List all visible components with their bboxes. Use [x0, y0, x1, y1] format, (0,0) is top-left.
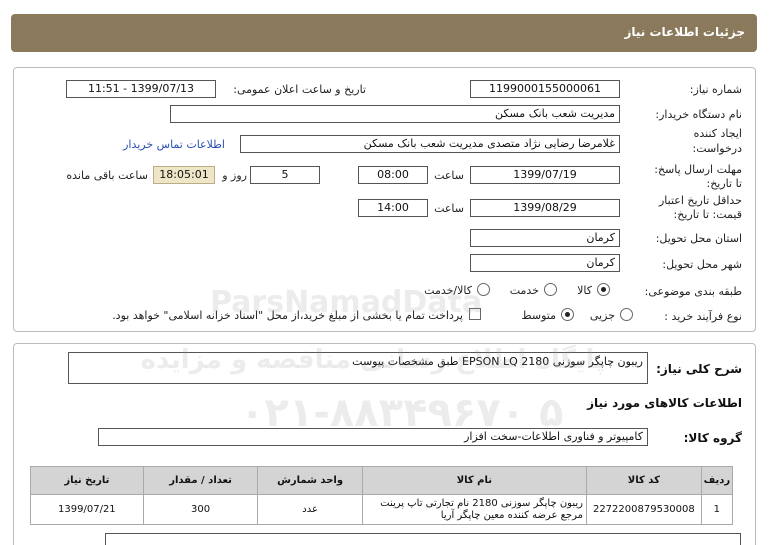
creator-label-1: ایجاد کننده	[693, 127, 742, 140]
days-label: روز و	[222, 169, 247, 182]
category-goods-label: کالا	[577, 284, 592, 297]
summary-label: شرح کلی نیاز:	[656, 362, 742, 376]
remaining-time-field: 18:05:01	[153, 166, 215, 184]
validity-time-field[interactable]: 14:00	[358, 199, 428, 217]
cell-code: 2272200879530008	[585, 494, 702, 525]
deadline-label-1: مهلت ارسال پاسخ:	[654, 163, 742, 176]
remaining-label: ساعت باقی مانده	[66, 169, 148, 182]
cell-qty: 300	[142, 494, 259, 525]
notes-field[interactable]	[105, 533, 741, 545]
col-header-date: تاریخ نیاز	[30, 466, 144, 495]
col-header-qty: تعداد / مقدار	[142, 466, 259, 495]
deadline-date-field[interactable]: 1399/07/19	[470, 166, 620, 184]
creator-field[interactable]: غلامرضا رضایی نژاد متصدی مدیریت شعب بانک…	[240, 135, 620, 153]
city-label: شهر محل تحویل:	[662, 258, 742, 271]
process-medium-label: متوسط	[521, 309, 556, 322]
province-label: استان محل تحویل:	[655, 232, 742, 245]
goods-info-title: اطلاعات کالاهای مورد نیاز	[587, 396, 742, 410]
announce-label: تاریخ و ساعت اعلان عمومی:	[233, 83, 366, 96]
category-label: طبقه بندی موضوعی:	[644, 285, 742, 298]
validity-label-1: حداقل تاریخ اعتبار	[658, 194, 742, 207]
need-number-field[interactable]: 1199000155000061	[470, 80, 620, 98]
announce-field[interactable]: 1399/07/13 - 11:51	[66, 80, 216, 98]
col-header-name: نام کالا	[361, 466, 587, 495]
col-header-code: کد کالا	[585, 466, 702, 495]
category-both-label: کالا/خدمت	[424, 284, 472, 297]
province-field[interactable]: کرمان	[470, 229, 620, 247]
category-service-label: خدمت	[509, 284, 539, 297]
creator-label-2: درخواست:	[692, 142, 742, 155]
category-goods-radio[interactable]	[597, 283, 610, 296]
deadline-time-field[interactable]: 08:00	[358, 166, 428, 184]
goods-group-label: گروه کالا:	[683, 431, 742, 445]
page-title-bar: جزئیات اطلاعات نیاز	[11, 14, 757, 52]
table-header-row: ردیف کد کالا نام کالا واحد شمارش تعداد /…	[30, 466, 734, 495]
deadline-time-label: ساعت	[434, 169, 464, 182]
buyer-contact-link[interactable]: اطلاعات تماس خریدار	[123, 138, 225, 151]
goods-group-field[interactable]: کامپیوتر و فناوری اطلاعات-سخت افزار	[98, 428, 648, 446]
category-service-radio[interactable]	[544, 283, 557, 296]
table-row[interactable]: 1 2272200879530008 ریبون چاپگر سوزنی 218…	[30, 494, 734, 525]
page-title: جزئیات اطلاعات نیاز	[624, 25, 745, 39]
col-header-unit: واحد شمارش	[257, 466, 363, 495]
process-minor-label: جزیی	[589, 309, 615, 322]
category-both-radio[interactable]	[477, 283, 490, 296]
process-minor-radio[interactable]	[620, 308, 633, 321]
validity-date-field[interactable]: 1399/08/29	[470, 199, 620, 217]
buyer-org-field[interactable]: مدیریت شعب بانک مسکن	[170, 105, 620, 123]
cell-date: 1399/07/21	[30, 494, 144, 525]
col-header-row: ردیف	[700, 466, 734, 495]
process-label: نوع فرآیند خرید :	[664, 310, 742, 323]
cell-name: ریبون چاپگر سوزنی 2180 نام تجارتی تاپ پر…	[361, 494, 587, 525]
buyer-org-label: نام دستگاه خریدار:	[655, 108, 742, 121]
summary-field[interactable]: ریبون چاپگر سوزنی EPSON LQ 2180 طبق مشخص…	[68, 352, 648, 384]
goods-table: ردیف کد کالا نام کالا واحد شمارش تعداد /…	[30, 466, 734, 525]
cell-unit: عدد	[257, 494, 363, 525]
need-number-label: شماره نیاز:	[689, 83, 742, 96]
city-field[interactable]: کرمان	[470, 254, 620, 272]
treasury-payment-note: پرداخت تمام یا بخشی از مبلغ خرید،از محل …	[112, 309, 463, 322]
days-field[interactable]: 5	[250, 166, 320, 184]
treasury-payment-checkbox[interactable]	[469, 308, 481, 320]
cell-row: 1	[700, 494, 734, 525]
validity-label-2: قیمت: تا تاریخ:	[673, 208, 742, 221]
validity-time-label: ساعت	[434, 202, 464, 215]
deadline-label-2: تا تاریخ:	[706, 177, 742, 190]
process-medium-radio[interactable]	[561, 308, 574, 321]
